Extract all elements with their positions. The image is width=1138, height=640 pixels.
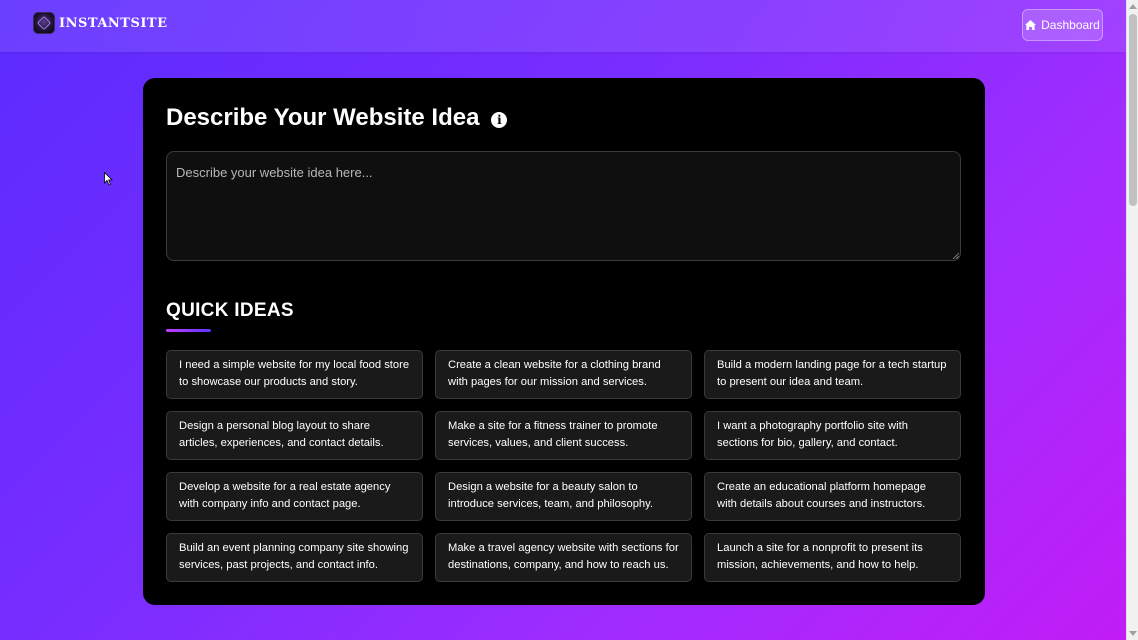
quick-idea-item[interactable]: Launch a site for a nonprofit to present…	[704, 533, 961, 582]
quick-idea-item[interactable]: Make a site for a fitness trainer to pro…	[435, 411, 692, 460]
scroll-thumb[interactable]	[1129, 14, 1137, 206]
dashboard-button[interactable]: Dashboard	[1022, 9, 1103, 41]
page-scrollbar[interactable]	[1126, 0, 1138, 640]
quick-idea-item[interactable]: Make a travel agency website with sectio…	[435, 533, 692, 582]
website-idea-input[interactable]	[166, 151, 961, 261]
quick-idea-item[interactable]: Develop a website for a real estate agen…	[166, 472, 423, 521]
quick-ideas-title: QUICK IDEAS	[166, 300, 294, 321]
quick-idea-item[interactable]: Build a modern landing page for a tech s…	[704, 350, 961, 399]
quick-ideas-underline	[166, 329, 211, 332]
quick-idea-item[interactable]: I need a simple website for my local foo…	[166, 350, 423, 399]
logo-mark-icon	[33, 12, 55, 34]
dashboard-button-label: Dashboard	[1041, 18, 1100, 32]
top-navbar: INSTANTSITE Dashboard	[0, 0, 1126, 52]
quick-idea-item[interactable]: Create an educational platform homepage …	[704, 472, 961, 521]
quick-ideas-grid: I need a simple website for my local foo…	[166, 350, 961, 582]
idea-card: Describe Your Website Idea i QUICK IDEAS…	[143, 78, 985, 605]
page-title: Describe Your Website Idea	[166, 104, 480, 131]
mouse-cursor-icon	[104, 172, 113, 186]
home-icon	[1025, 20, 1037, 30]
quick-idea-item[interactable]: Create a clean website for a clothing br…	[435, 350, 692, 399]
quick-idea-item[interactable]: Design a personal blog layout to share a…	[166, 411, 423, 460]
resize-grip-icon[interactable]	[952, 252, 959, 259]
brand-logo[interactable]: INSTANTSITE	[33, 12, 168, 34]
title-row: Describe Your Website Idea i	[166, 104, 508, 132]
scroll-up-arrow-icon[interactable]	[1129, 4, 1137, 9]
scroll-down-arrow-icon[interactable]	[1129, 631, 1137, 636]
quick-idea-item[interactable]: I want a photography portfolio site with…	[704, 411, 961, 460]
info-icon[interactable]: i	[491, 111, 508, 128]
quick-idea-item[interactable]: Build an event planning company site sho…	[166, 533, 423, 582]
brand-name: INSTANTSITE	[59, 15, 168, 31]
quick-idea-item[interactable]: Design a website for a beauty salon to i…	[435, 472, 692, 521]
